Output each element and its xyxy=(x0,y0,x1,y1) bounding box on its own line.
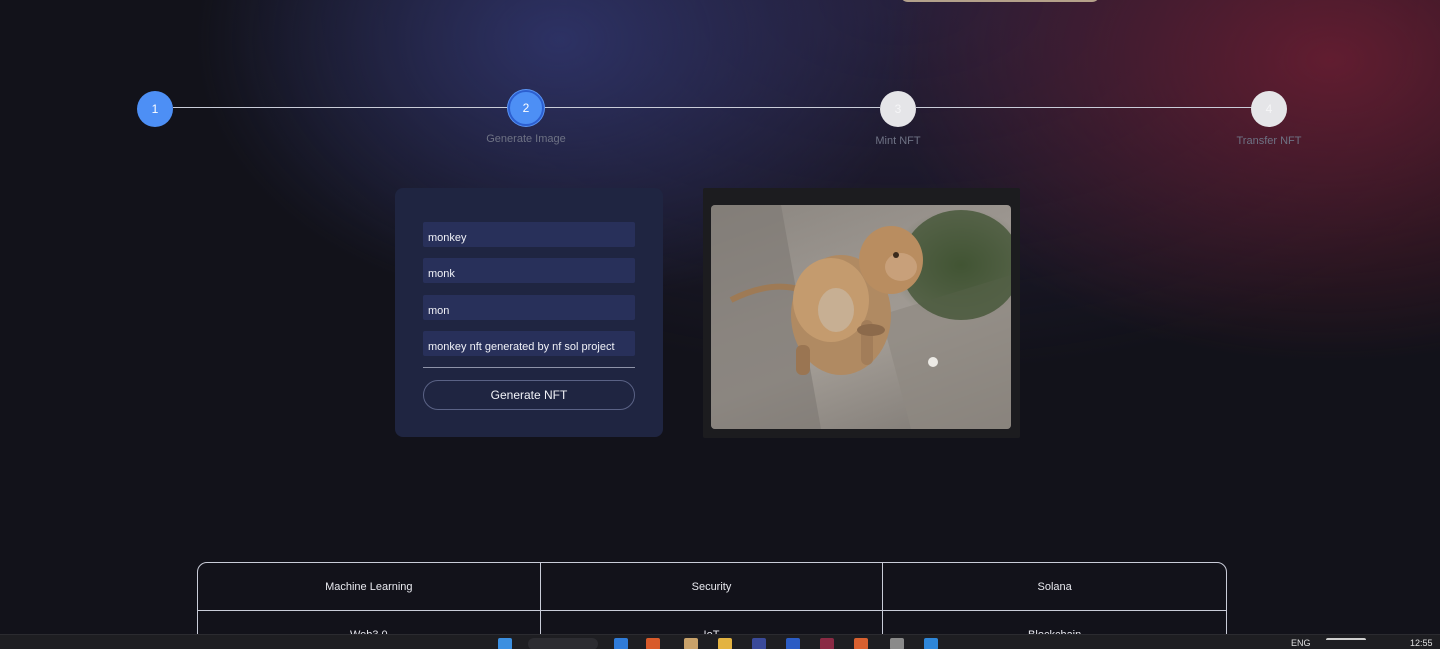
step-number: 1 xyxy=(151,102,159,116)
topic-solana[interactable]: Solana xyxy=(883,563,1226,611)
progress-stepper: 1 2 3 4 Generate Image Mint NFT Transfer… xyxy=(0,0,1440,160)
vscode-icon[interactable] xyxy=(924,638,938,649)
topic-security[interactable]: Security xyxy=(540,563,884,611)
short-name-input[interactable] xyxy=(423,295,635,320)
language-indicator[interactable]: ENG xyxy=(1291,638,1311,648)
taskbar: ENG 12:55 xyxy=(0,634,1440,649)
app-icon[interactable] xyxy=(684,638,698,649)
nft-form-card: Generate NFT xyxy=(395,188,663,437)
app-icon[interactable] xyxy=(820,638,834,649)
step-connector xyxy=(916,107,1252,108)
file-explorer-icon[interactable] xyxy=(718,638,732,649)
step-3[interactable]: 3 xyxy=(880,91,916,127)
step-connector xyxy=(173,107,509,108)
app-icon[interactable] xyxy=(890,638,904,649)
browser-icon[interactable] xyxy=(646,638,660,649)
app-icon[interactable] xyxy=(854,638,868,649)
step-label-mint-nft: Mint NFT xyxy=(875,135,921,147)
name-input[interactable] xyxy=(423,222,635,247)
step-4[interactable]: 4 xyxy=(1251,91,1287,127)
step-label-transfer-nft: Transfer NFT xyxy=(1236,135,1302,147)
image-preview-panel xyxy=(703,188,1020,438)
step-2[interactable]: 2 xyxy=(508,90,544,126)
system-tray-icon[interactable] xyxy=(1326,638,1366,648)
topic-machine-learning[interactable]: Machine Learning xyxy=(198,563,541,611)
generated-nft-image xyxy=(711,205,1011,429)
step-number: 4 xyxy=(1265,102,1273,116)
search-box[interactable] xyxy=(528,638,598,649)
app-icon[interactable] xyxy=(786,638,800,649)
step-number: 2 xyxy=(522,101,530,115)
monkey-picture xyxy=(711,205,1011,429)
symbol-input[interactable] xyxy=(423,258,635,283)
description-input[interactable] xyxy=(423,331,635,356)
edge-icon[interactable] xyxy=(614,638,628,649)
form-divider xyxy=(423,367,635,368)
step-label-generate-image: Generate Image xyxy=(486,133,566,145)
clock[interactable]: 12:55 xyxy=(1410,638,1433,648)
app-icon[interactable] xyxy=(752,638,766,649)
generate-nft-button[interactable]: Generate NFT xyxy=(423,380,635,410)
step-number: 3 xyxy=(894,102,902,116)
windows-start-icon[interactable] xyxy=(498,638,512,649)
step-1[interactable]: 1 xyxy=(137,91,173,127)
step-connector xyxy=(545,107,880,108)
